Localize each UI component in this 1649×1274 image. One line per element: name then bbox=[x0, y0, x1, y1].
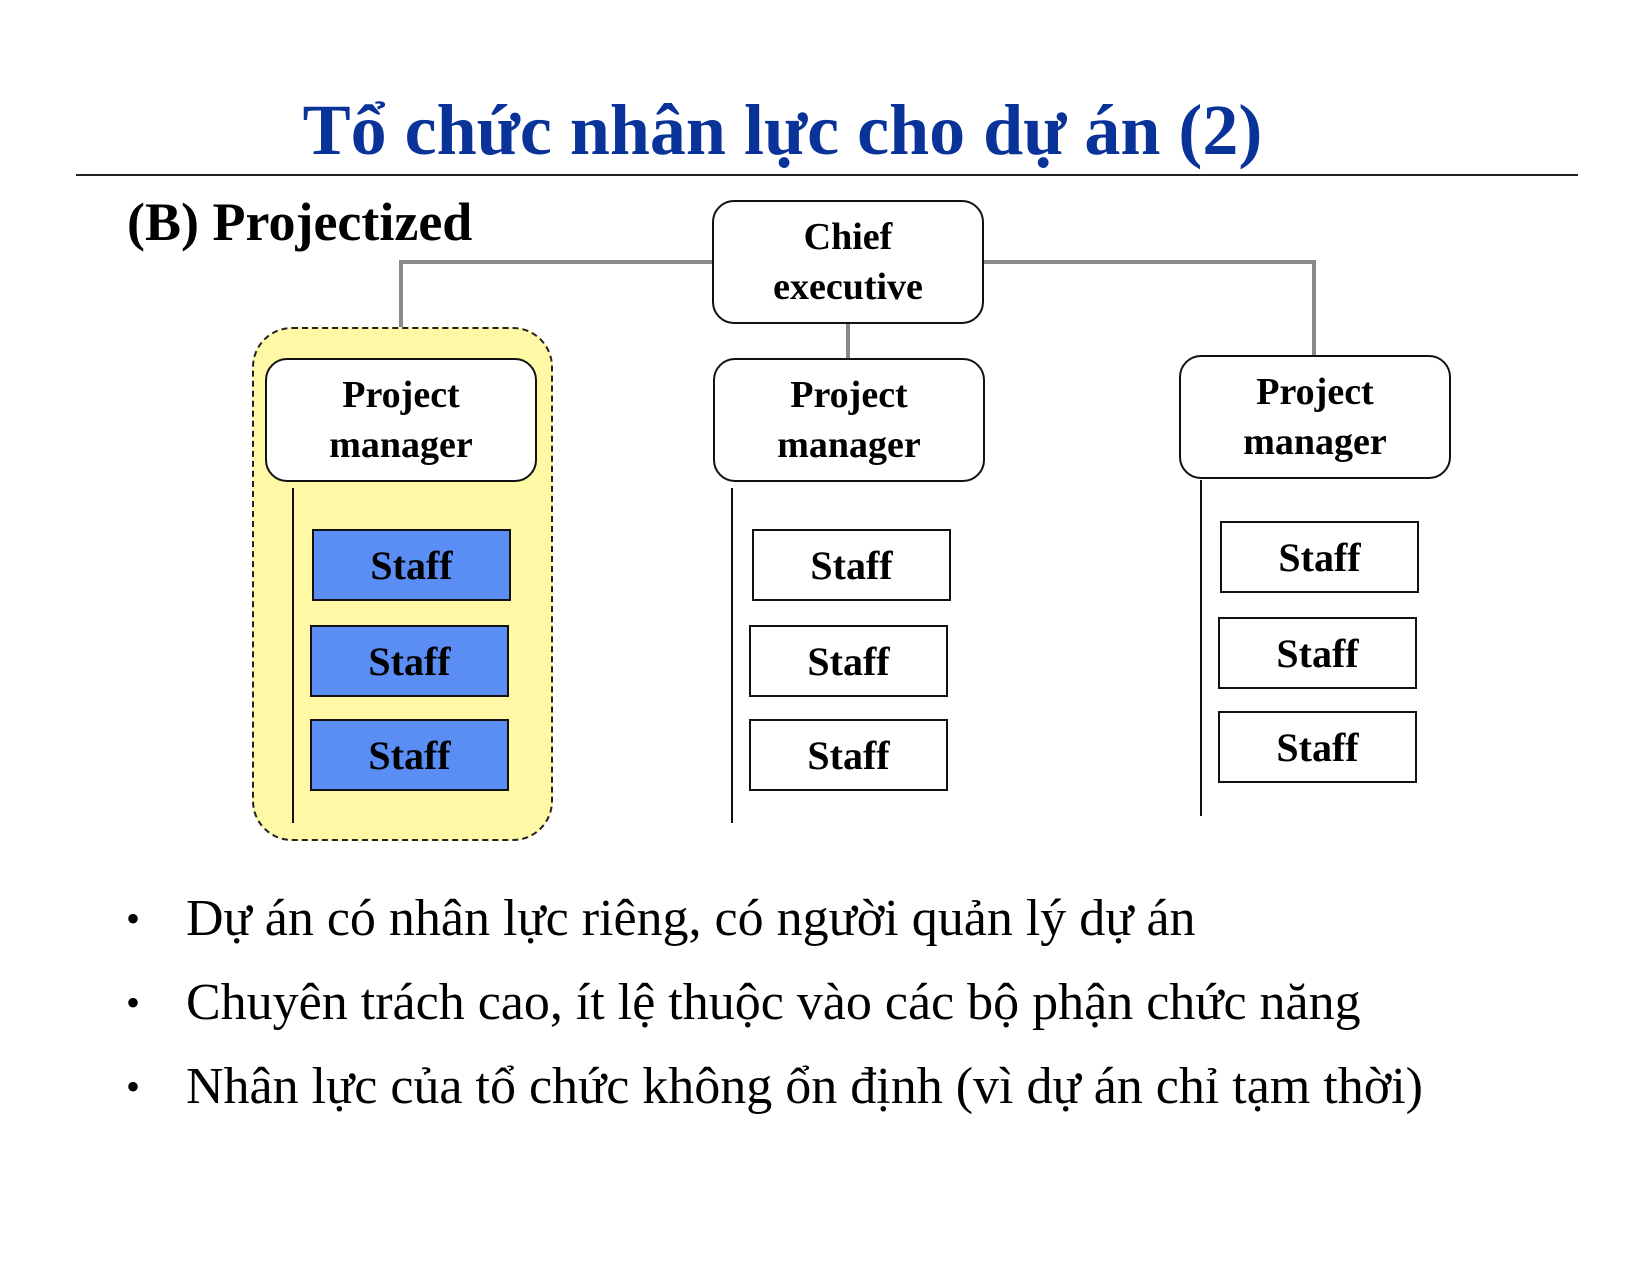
bullet-icon: • bbox=[126, 896, 141, 941]
bullet-text: Dự án có nhân lực riêng, có người quản l… bbox=[186, 890, 1196, 947]
staff-box: Staff bbox=[1218, 711, 1417, 783]
staff-label: Staff bbox=[1276, 724, 1359, 770]
bullet-list: • Dự án có nhân lực riêng, có người quản … bbox=[120, 890, 1580, 1142]
project-manager-box-2: Project manager bbox=[713, 358, 985, 482]
bullet-icon: • bbox=[126, 980, 141, 1025]
bullet-item: • Nhân lực của tổ chức không ổn định (vì … bbox=[120, 1058, 1580, 1116]
bullet-item: • Chuyên trách cao, ít lệ thuộc vào các b… bbox=[120, 974, 1580, 1032]
staff-box: Staff bbox=[1218, 617, 1417, 689]
staff-label: Staff bbox=[368, 638, 451, 684]
connector-left-horizontal bbox=[399, 260, 714, 264]
connector-right-horizontal bbox=[982, 260, 1316, 264]
staff-box: Staff bbox=[312, 529, 511, 601]
staff-label: Staff bbox=[368, 732, 451, 778]
project-manager-box-3: Project manager bbox=[1179, 355, 1451, 479]
bullet-item: • Dự án có nhân lực riêng, có người quản … bbox=[120, 890, 1580, 948]
bullet-icon: • bbox=[126, 1064, 141, 1109]
staff-label: Staff bbox=[810, 542, 893, 588]
staff-line-2 bbox=[731, 488, 733, 823]
staff-box: Staff bbox=[749, 719, 948, 791]
staff-box: Staff bbox=[752, 529, 951, 601]
staff-box: Staff bbox=[310, 625, 509, 697]
staff-box: Staff bbox=[1220, 521, 1419, 593]
chief-executive-label: Chief executive bbox=[773, 216, 923, 308]
project-manager-label: Project manager bbox=[777, 374, 921, 466]
chief-executive-box: Chief executive bbox=[712, 200, 984, 324]
bullet-text: Nhân lực của tổ chức không ổn định (vì d… bbox=[186, 1058, 1423, 1115]
slide-title: Tổ chức nhân lực cho dự án (2) bbox=[0, 80, 1649, 180]
staff-label: Staff bbox=[1278, 534, 1361, 580]
staff-label: Staff bbox=[370, 542, 453, 588]
staff-line-3 bbox=[1200, 480, 1202, 816]
connector-right-vertical bbox=[1312, 260, 1316, 356]
bullet-text: Chuyên trách cao, ít lệ thuộc vào các bộ… bbox=[186, 974, 1361, 1031]
staff-box: Staff bbox=[749, 625, 948, 697]
slide-title-text: Tổ chức nhân lực cho dự án (2) bbox=[302, 90, 1263, 170]
section-subtitle: (B) Projectized bbox=[127, 192, 473, 252]
staff-label: Staff bbox=[1276, 630, 1359, 676]
staff-label: Staff bbox=[807, 638, 890, 684]
title-divider bbox=[76, 174, 1578, 176]
project-manager-label: Project manager bbox=[1243, 371, 1387, 463]
staff-box: Staff bbox=[310, 719, 509, 791]
project-manager-label: Project manager bbox=[329, 374, 473, 466]
staff-label: Staff bbox=[807, 732, 890, 778]
staff-line-1 bbox=[292, 488, 294, 823]
project-manager-box-1: Project manager bbox=[265, 358, 537, 482]
connector-center-vertical bbox=[846, 322, 850, 360]
